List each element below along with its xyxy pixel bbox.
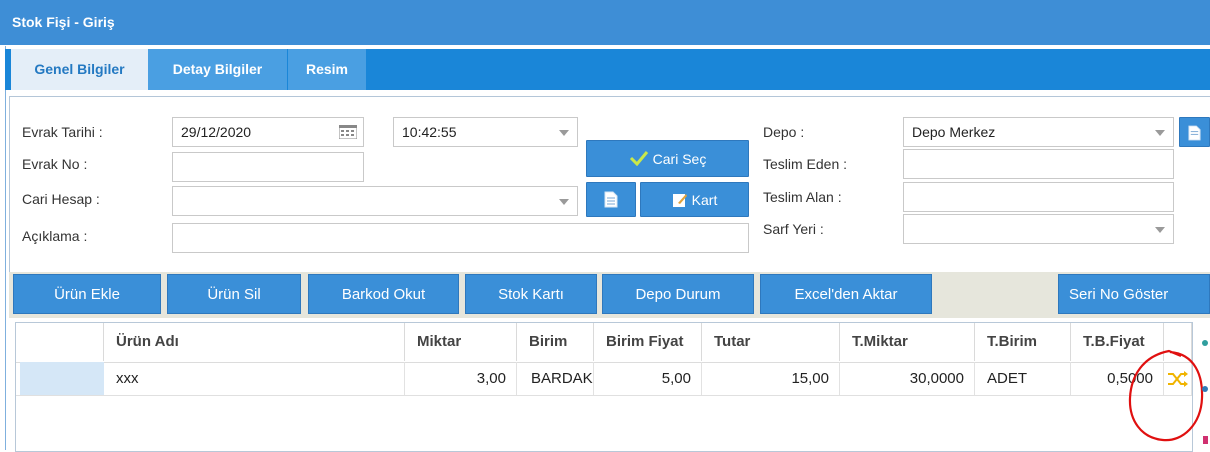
cell-t-miktar[interactable]: 30,0000 (840, 362, 975, 395)
cell-birim[interactable]: BARDAK (517, 362, 594, 395)
evrak-tarihi-input[interactable]: 29/12/2020 (172, 117, 364, 147)
teslim-alan-label: Teslim Alan : (763, 189, 842, 205)
depo-value: Depo Merkez (912, 124, 996, 140)
saat-select[interactable]: 10:42:55 (393, 117, 578, 147)
edge-indicator-icon (1202, 386, 1208, 392)
grid-header-urun-adi[interactable]: Ürün Adı (104, 323, 405, 361)
tab-resim[interactable]: Resim (288, 49, 366, 90)
edit-icon (672, 194, 687, 207)
chevron-down-icon (1155, 227, 1165, 233)
evrak-tarihi-value: 29/12/2020 (181, 124, 252, 140)
seri-no-goster-button[interactable]: Seri No Göster (1058, 274, 1210, 314)
cari-sec-label: Cari Seç (652, 151, 707, 167)
stok-karti-button[interactable]: Stok Kartı (465, 274, 597, 314)
saat-value: 10:42:55 (402, 124, 457, 140)
product-grid: Ürün Adı Miktar Birim Birim Fiyat Tutar … (15, 322, 1193, 452)
depo-select[interactable]: Depo Merkez (903, 117, 1174, 147)
document-icon (604, 191, 618, 208)
teslim-alan-input[interactable] (903, 182, 1174, 212)
cari-sec-button[interactable]: Cari Seç (586, 140, 749, 177)
window-title: Stok Fişi - Giriş (12, 14, 115, 30)
teslim-eden-label: Teslim Eden : (763, 156, 848, 172)
cell-birim-fiyat[interactable]: 5,00 (594, 362, 702, 395)
document-icon (1188, 125, 1201, 141)
grid-header-miktar[interactable]: Miktar (405, 323, 517, 361)
evrak-tarihi-label: Evrak Tarihi : (22, 124, 103, 140)
cari-hesap-label: Cari Hesap : (22, 191, 100, 207)
cell-tutar[interactable]: 15,00 (702, 362, 840, 395)
cell-miktar[interactable]: 3,00 (405, 362, 517, 395)
tab-detay-bilgiler[interactable]: Detay Bilgiler (148, 49, 287, 90)
grid-header-birim[interactable]: Birim (517, 323, 594, 361)
grid-header-t-miktar[interactable]: T.Miktar (840, 323, 975, 361)
urun-ekle-button[interactable]: Ürün Ekle (13, 274, 161, 314)
urun-sil-button[interactable]: Ürün Sil (167, 274, 301, 314)
evrak-no-input[interactable] (172, 152, 364, 182)
evrak-no-label: Evrak No : (22, 156, 88, 172)
depo-durum-button[interactable]: Depo Durum (602, 274, 754, 314)
row-selector-cell[interactable] (20, 362, 104, 395)
grid-header-birim-fiyat[interactable]: Birim Fiyat (594, 323, 702, 361)
chevron-down-icon (559, 130, 569, 136)
checkmark-icon (629, 151, 648, 167)
window-title-bar: Stok Fişi - Giriş (0, 0, 1210, 45)
grid-header-selector (16, 323, 104, 361)
cari-hesap-select[interactable] (172, 186, 578, 216)
tab-genel-bilgiler[interactable]: Genel Bilgiler (11, 49, 148, 90)
cell-t-birim[interactable]: ADET (975, 362, 1071, 395)
depo-label: Depo : (763, 124, 805, 140)
kart-button[interactable]: Kart (640, 182, 749, 217)
cell-urun-adi[interactable]: xxx (104, 362, 405, 395)
sarf-yeri-label: Sarf Yeri : (763, 221, 824, 237)
grid-header-tutar[interactable]: Tutar (702, 323, 840, 361)
teslim-eden-input[interactable] (903, 149, 1174, 179)
annotation-circle (1128, 349, 1204, 442)
chevron-down-icon (1155, 130, 1165, 136)
aciklama-input[interactable] (172, 223, 749, 253)
calendar-icon[interactable] (339, 125, 357, 139)
edge-indicator-icon (1203, 436, 1208, 444)
depo-document-button[interactable] (1179, 117, 1210, 147)
grid-header-t-birim[interactable]: T.Birim (975, 323, 1071, 361)
kart-label: Kart (691, 192, 718, 208)
grid-header-row: Ürün Adı Miktar Birim Birim Fiyat Tutar … (16, 323, 1192, 363)
chevron-down-icon (559, 199, 569, 205)
barkod-okut-button[interactable]: Barkod Okut (308, 274, 459, 314)
row-divider (16, 395, 1192, 396)
edge-indicator-icon (1202, 340, 1208, 346)
sarf-yeri-select[interactable] (903, 214, 1174, 244)
excel-aktar-button[interactable]: Excel'den Aktar (760, 274, 932, 314)
aciklama-label: Açıklama : (22, 228, 88, 244)
cari-document-button[interactable] (586, 182, 636, 217)
